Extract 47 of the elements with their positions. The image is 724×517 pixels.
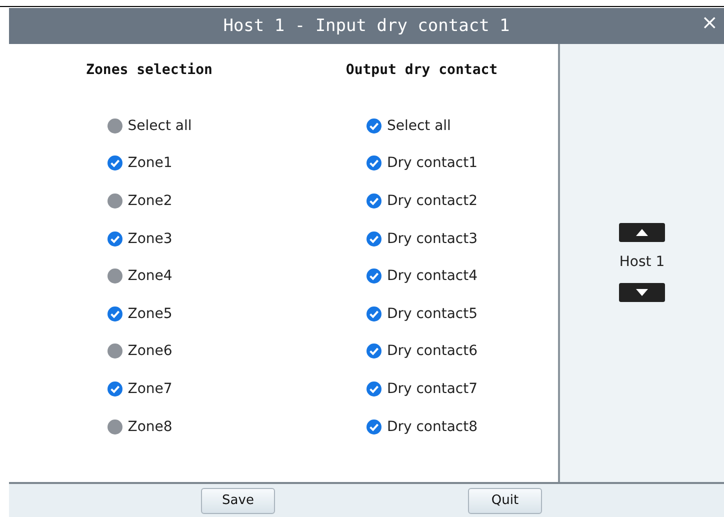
checked-checkbox[interactable]: Dry contact6 — [366, 343, 478, 360]
check-circle-icon — [366, 268, 382, 284]
circle-icon — [106, 118, 123, 134]
check-circle-icon — [106, 380, 123, 397]
column-heading: Zones selection — [86, 62, 212, 80]
unchecked-checkbox[interactable]: Zone2 — [106, 192, 172, 209]
unchecked-checkbox[interactable]: Zone8 — [106, 418, 172, 435]
checked-checkbox[interactable]: Zone5 — [106, 306, 172, 322]
check-circle-icon — [366, 380, 382, 397]
up-triangle-icon — [636, 229, 648, 236]
unchecked-checkbox[interactable]: Zone6 — [106, 343, 172, 360]
check-circle-icon — [366, 118, 382, 134]
checked-checkbox[interactable]: Dry contact1 — [366, 155, 478, 172]
up-arrow-button[interactable] — [619, 223, 665, 242]
checked-checkbox[interactable]: Zone3 — [106, 230, 172, 247]
checked-checkbox[interactable]: Dry contact4 — [366, 268, 478, 284]
close-button[interactable]: × — [697, 10, 722, 34]
circle-icon — [106, 343, 123, 360]
check-circle-icon — [366, 418, 382, 435]
column-heading: Output dry contact — [346, 62, 498, 80]
down-triangle-icon — [636, 289, 648, 296]
checked-checkbox[interactable]: Select all — [366, 118, 451, 134]
window-title: Host 1 - Input dry contact 1 — [223, 16, 510, 36]
check-circle-icon — [366, 306, 382, 322]
circle-icon — [106, 418, 123, 435]
check-circle-icon — [106, 306, 123, 322]
down-arrow-button[interactable] — [619, 283, 665, 302]
checked-checkbox[interactable]: Dry contact8 — [366, 418, 478, 435]
unchecked-checkbox[interactable]: Zone4 — [106, 268, 172, 284]
check-circle-icon — [366, 155, 382, 172]
checked-checkbox[interactable]: Dry contact7 — [366, 380, 478, 397]
save-button[interactable]: Save — [201, 488, 275, 514]
circle-icon — [106, 268, 123, 284]
checked-checkbox[interactable]: Zone7 — [106, 380, 172, 397]
check-circle-icon — [366, 230, 382, 247]
checked-checkbox[interactable]: Zone1 — [106, 155, 172, 172]
check-circle-icon — [106, 155, 123, 172]
check-circle-icon — [366, 192, 382, 209]
check-circle-icon — [106, 230, 123, 247]
quit-button[interactable]: Quit — [468, 488, 542, 514]
checked-checkbox[interactable]: Dry contact3 — [366, 230, 478, 247]
checked-checkbox[interactable]: Dry contact2 — [366, 192, 478, 209]
check-circle-icon — [366, 343, 382, 360]
checked-checkbox[interactable]: Dry contact5 — [366, 306, 478, 322]
circle-icon — [106, 192, 123, 209]
host-label: Host 1 — [619, 254, 665, 270]
unchecked-checkbox[interactable]: Select all — [106, 118, 192, 134]
